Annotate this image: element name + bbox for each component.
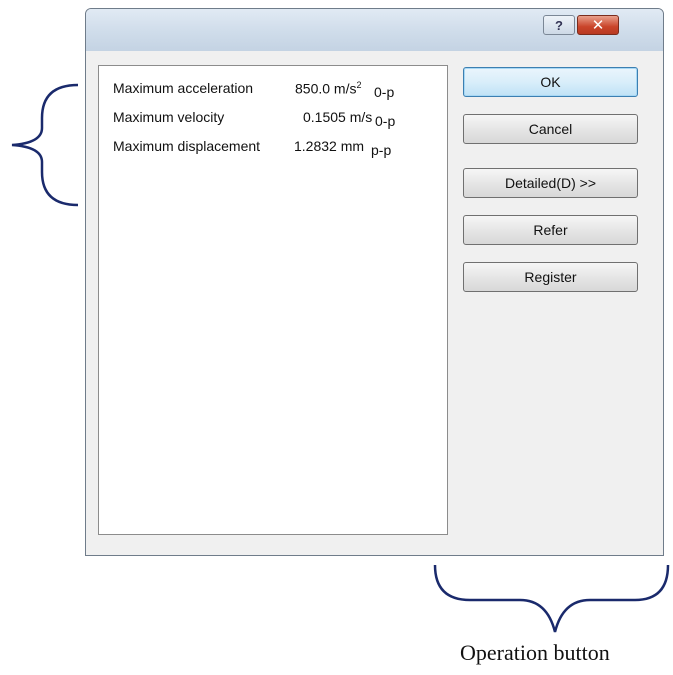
register-button[interactable]: Register (463, 262, 638, 292)
result-value: 1.2832 mm (294, 138, 365, 154)
cancel-button[interactable]: Cancel (463, 114, 638, 144)
result-value: 0.1505 m/s (303, 109, 373, 125)
detailed-button[interactable]: Detailed(D) >> (463, 168, 638, 198)
title-bar[interactable]: ? ✕ (86, 9, 663, 51)
left-brace (11, 83, 79, 207)
result-suffix: 0-p (375, 113, 396, 129)
result-suffix: p-p (371, 142, 392, 158)
results-panel: Maximum acceleration 850.0 m/s2 0-p Maxi… (98, 65, 448, 535)
close-button[interactable]: ✕ (577, 15, 619, 35)
result-label: Maximum velocity (113, 109, 225, 125)
refer-button[interactable]: Refer (463, 215, 638, 245)
ok-button[interactable]: OK (463, 67, 638, 97)
result-label: Maximum displacement (113, 138, 261, 154)
help-icon: ? (555, 17, 563, 33)
unit-superscript: 2 (356, 80, 362, 90)
bottom-brace (433, 564, 670, 633)
result-value: 850.0 m/s2 (295, 80, 362, 97)
close-icon: ✕ (591, 17, 605, 34)
result-label: Maximum acceleration (113, 80, 254, 96)
help-button[interactable]: ? (543, 15, 575, 35)
result-suffix: 0-p (374, 84, 395, 100)
operation-button-caption: Operation button (460, 640, 610, 665)
dialog-window: ? ✕ Maximum acceleration 850.0 m/s2 0-p … (85, 8, 664, 556)
